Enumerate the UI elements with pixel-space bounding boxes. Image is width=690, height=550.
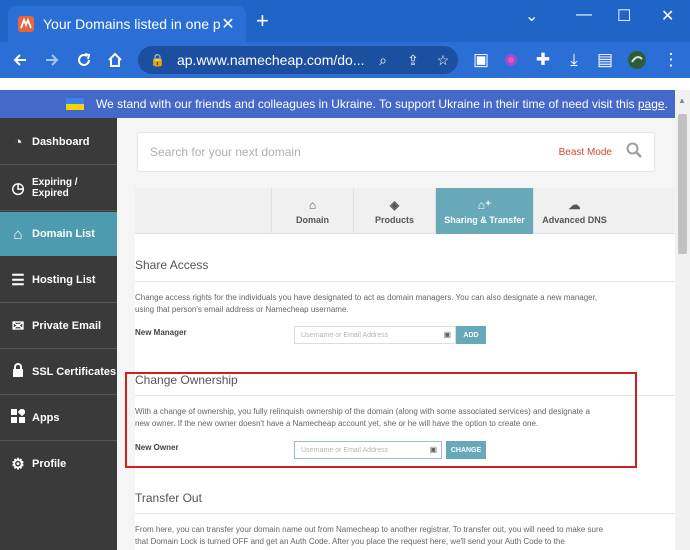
browser-toolbar: 🔒 ap.www.namecheap.com/do... ⌕ ⇪ ☆ ▣ ✚ ⤓… [0,42,690,78]
main-content: Search for your next domain Beast Mode ⌂… [117,118,675,550]
apps-icon [8,407,28,427]
zoom-icon[interactable]: ⌕ [368,52,398,69]
home-icon: ⌂ [13,225,23,243]
puzzle-icon[interactable]: ✚ [529,42,557,78]
sidebar-item-ssl-certificates[interactable]: SSL Certificates [0,350,117,394]
server-icon: ☰ [11,272,25,289]
sidebar: ◔ Dashboard ◷ Expiring / Expired ⌂ Domai… [0,118,125,550]
add-manager-button[interactable]: ADD [456,326,486,344]
ukraine-banner: We stand with our friends and colleagues… [0,90,675,118]
back-icon[interactable] [6,42,34,78]
scroll-up-icon[interactable]: ▲ [678,96,686,105]
home-icon[interactable] [101,42,129,78]
extension-circle-icon[interactable] [497,42,525,78]
new-manager-label: New Manager [135,328,187,337]
tab-advanced-dns[interactable]: ☁ Advanced DNS [533,188,615,234]
bookmark-star-icon[interactable]: ☆ [428,52,458,69]
share-access-title: Share Access [135,258,209,272]
browser-tabstrip: Your Domains listed in one place ✕ + ⌄ —… [0,0,690,42]
sidebar-item-expiring[interactable]: ◷ Expiring / Expired [0,166,117,210]
contact-card-icon[interactable]: ▣ [443,330,451,339]
tab-search-icon[interactable]: ⌄ [525,6,538,26]
lock-icon: 🔒 [150,53,165,67]
avatar[interactable] [623,42,651,78]
new-tab-button[interactable]: + [256,10,269,32]
namecheap-favicon-icon [18,16,34,32]
detail-tabs: ⌂ Domain ◈ Products ⌂⁺ Sharing & Transfe… [135,188,675,234]
close-window-button[interactable]: ✕ [661,6,674,26]
scrollbar-thumb[interactable] [678,114,687,254]
tab-title: Your Domains listed in one place [43,16,220,32]
maximize-button[interactable]: ☐ [617,6,631,26]
domain-details-panel: ⌂ Domain ◈ Products ⌂⁺ Sharing & Transfe… [135,188,675,550]
lock-icon [8,363,28,381]
new-manager-input[interactable]: Username or Email Address ▣ [294,326,456,344]
banner-page-link[interactable]: page [638,97,665,111]
sidebar-item-profile[interactable]: ⚙ Profile [0,442,117,486]
ukraine-flag-icon [66,98,84,110]
page-scrollbar[interactable]: ▲ [675,90,690,550]
reload-icon[interactable] [70,42,98,78]
tab-close-icon[interactable]: ✕ [220,14,236,34]
banner-text: We stand with our friends and colleagues… [96,97,638,111]
sidebar-item-domain-list[interactable]: ⌂ Domain List [0,212,125,256]
search-input[interactable]: Search for your next domain [150,145,559,159]
search-icon[interactable] [626,142,642,163]
sidepanel-icon[interactable]: ▤ [591,42,619,78]
download-icon[interactable]: ⤓ [560,42,588,78]
address-bar[interactable]: 🔒 ap.www.namecheap.com/do... ⌕ ⇪ ☆ [138,46,458,74]
minimize-button[interactable]: — [576,6,592,24]
extension-icon[interactable]: ▣ [467,42,495,78]
tab-products[interactable]: ◈ Products [353,188,435,234]
envelope-icon: ✉ [11,318,25,335]
share-access-description: Change access rights for the individuals… [135,293,598,314]
dns-icon: ☁ [568,197,581,212]
sidebar-item-dashboard[interactable]: ◔ Dashboard [0,120,117,164]
share-icon: ⌂⁺ [477,197,492,212]
dashboard-icon: ◔ [13,133,23,151]
forward-icon[interactable] [38,42,66,78]
change-ownership-highlight-box [125,372,637,468]
domain-search-box[interactable]: Search for your next domain Beast Mode [137,132,655,172]
sidebar-item-private-email[interactable]: ✉ Private Email [0,304,117,348]
home-icon: ⌂ [308,197,317,212]
gear-icon: ⚙ [11,456,25,473]
browser-tab[interactable]: Your Domains listed in one place ✕ [8,6,246,42]
transfer-out-title: Transfer Out [135,491,202,505]
tab-sharing-transfer[interactable]: ⌂⁺ Sharing & Transfer [435,188,533,234]
sidebar-item-hosting-list[interactable]: ☰ Hosting List [0,258,117,302]
share-icon[interactable]: ⇪ [398,52,428,69]
menu-icon[interactable]: ⋮ [657,42,685,78]
tab-domain[interactable]: ⌂ Domain [271,188,353,234]
clock-icon: ◷ [11,180,25,197]
sidebar-item-apps[interactable]: Apps [0,396,117,440]
url-text: ap.www.namecheap.com/do... [176,52,365,68]
transfer-out-description: From here, you can transfer your domain … [135,525,604,546]
box-icon: ◈ [389,197,400,212]
beast-mode-link[interactable]: Beast Mode [559,147,612,158]
